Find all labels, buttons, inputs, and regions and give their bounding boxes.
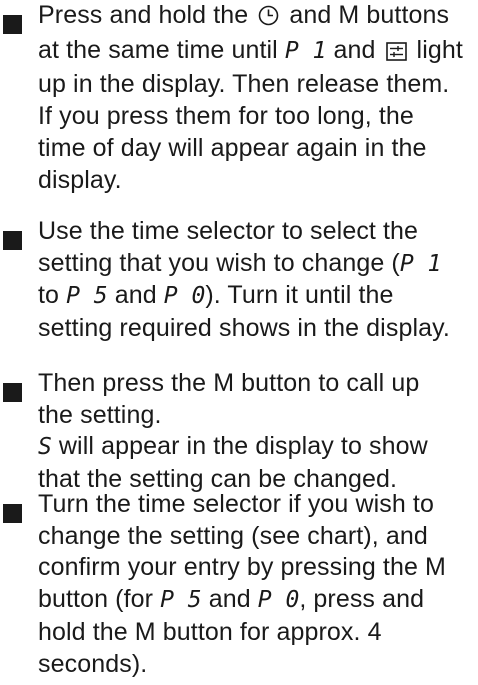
display-code: P 5 — [160, 587, 202, 614]
step-1-text: Press and hold the and M buttons at the … — [38, 0, 478, 196]
text-segment: and — [201, 585, 258, 614]
instruction-page: Press and hold the and M buttons at the … — [0, 0, 478, 685]
text-segment: Press and hold the — [38, 1, 256, 29]
text-segment: to — [38, 281, 67, 310]
text-segment: ). Turn it until the — [205, 281, 394, 310]
text-line: time of day will appear again in the — [38, 133, 427, 162]
text-segment: light — [409, 35, 463, 64]
text-line: change the setting (see chart), and — [38, 521, 428, 550]
text-line: setting that you wish to change (P 1 — [38, 248, 478, 281]
square-bullet-icon — [3, 504, 22, 523]
text-line: at the same time until P 1 and light — [38, 35, 478, 70]
text-line: seconds). — [38, 649, 148, 678]
text-line: If you press them for too long, the — [38, 102, 414, 131]
text-line: up in the display. Then release them. — [38, 70, 450, 99]
text-line: hold the M button for approx. 4 — [38, 617, 382, 646]
square-bullet-icon — [3, 15, 22, 34]
text-line: setting required shows in the display. — [38, 314, 450, 343]
step-4-text: Turn the time selector if you wish to ch… — [38, 489, 478, 680]
square-bullet-icon — [3, 231, 22, 250]
display-code: P 5 — [66, 283, 108, 310]
step-3-text: Then press the M button to call up the s… — [38, 368, 478, 496]
text-line: the setting. — [38, 400, 162, 429]
text-line: Use the time selector to select the — [38, 217, 419, 245]
text-line: S will appear in the display to show — [38, 431, 478, 464]
text-line: Turn the time selector if you wish to — [38, 490, 434, 518]
display-code: P 1 — [284, 37, 327, 64]
text-segment: button (for — [38, 585, 161, 614]
text-line: confirm your entry by pressing the M — [38, 553, 446, 582]
text-segment: and M buttons — [282, 1, 450, 29]
square-bullet-icon — [3, 383, 22, 402]
text-line: to P 5 and P 0). Turn it until the — [38, 280, 478, 313]
display-code: P 0 — [163, 283, 206, 310]
display-code: P 0 — [257, 587, 300, 614]
display-code: P 1 — [399, 250, 442, 277]
text-segment: , press and — [299, 585, 425, 614]
clock-icon — [258, 3, 279, 35]
text-segment: at the same time until — [38, 35, 285, 64]
text-segment: will appear in the display to show — [51, 432, 428, 461]
text-segment: and — [326, 35, 383, 64]
text-segment: and — [107, 281, 164, 310]
program-icon — [385, 38, 407, 70]
text-line: button (for P 5 and P 0, press and — [38, 584, 478, 617]
display-code: S — [38, 434, 52, 461]
text-line: Press and hold the and M buttons — [38, 0, 478, 35]
step-2-text: Use the time selector to select the sett… — [38, 216, 478, 345]
text-segment: setting that you wish to change ( — [38, 248, 400, 277]
text-line: display. — [38, 165, 122, 194]
text-line: Then press the M button to call up — [38, 369, 420, 397]
